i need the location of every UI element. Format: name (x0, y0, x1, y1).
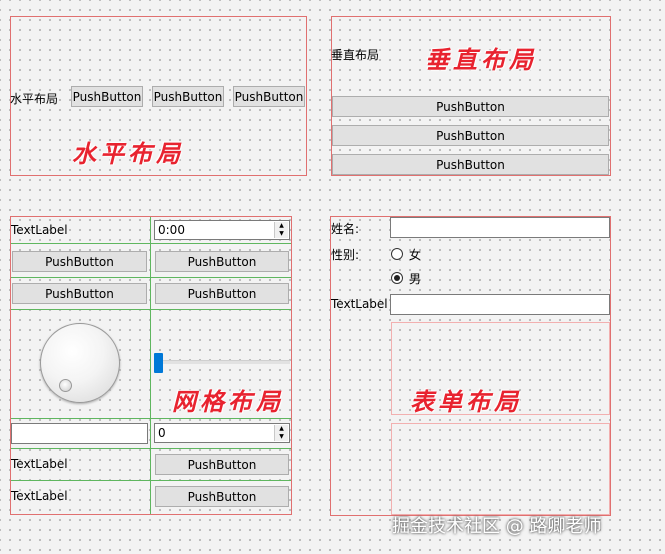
spin-down-icon[interactable]: ▼ (275, 230, 288, 238)
spinbox-value: 0 (158, 426, 166, 440)
grid-row6-button[interactable]: PushButton (155, 454, 289, 475)
dial[interactable] (40, 323, 120, 403)
grid-line-h1 (11, 243, 291, 244)
horizontal-title: 水平布局 (72, 139, 184, 168)
grid-row2-button-1[interactable]: PushButton (12, 251, 147, 272)
spinbox-buttons[interactable]: ▲ ▼ (274, 425, 288, 441)
grid-row3-button-1[interactable]: PushButton (12, 283, 147, 304)
grid-line-v (150, 217, 151, 514)
grid-line-h4 (11, 418, 291, 419)
form-widget-2 (391, 423, 610, 515)
grid-row7-label: TextLabel (11, 489, 68, 503)
male-radio[interactable] (391, 272, 403, 284)
watermark: 掘金技术社区 @ 路卿老师 (392, 516, 602, 537)
horizontal-label: 水平布局 (10, 92, 59, 106)
horizontal-button-2[interactable]: PushButton (152, 86, 224, 107)
horizontal-button-3[interactable]: PushButton (233, 86, 305, 107)
grid-row3-button-2[interactable]: PushButton (155, 283, 289, 304)
grid-line-h3 (11, 309, 291, 310)
horizontal-button-1[interactable]: PushButton (71, 86, 143, 107)
vertical-label: 垂直布局 (331, 48, 380, 62)
grid-title: 网格布局 (172, 387, 284, 416)
grid-row7-button[interactable]: PushButton (155, 486, 289, 507)
grid-spinbox[interactable]: 0 ▲ ▼ (154, 423, 290, 443)
time-edit[interactable]: 0:00 ▲ ▼ (154, 220, 290, 240)
slider-handle[interactable] (154, 353, 163, 373)
vertical-title: 垂直布局 (425, 45, 537, 74)
grid-line-h5 (11, 448, 291, 449)
vertical-button-3[interactable]: PushButton (332, 154, 609, 175)
vertical-button-1[interactable]: PushButton (332, 96, 609, 117)
slider-groove[interactable] (154, 360, 290, 364)
gender-label: 性别: (331, 248, 360, 262)
vertical-button-2[interactable]: PushButton (332, 125, 609, 146)
form-textlabel: TextLabel (331, 297, 388, 311)
grid-row6-label: TextLabel (11, 457, 68, 471)
name-label: 姓名: (331, 222, 360, 236)
spin-up-icon[interactable]: ▲ (275, 425, 288, 433)
time-value: 0:00 (158, 223, 185, 237)
dial-notch (59, 379, 72, 392)
grid-line-h6 (11, 480, 291, 481)
female-radio[interactable] (391, 248, 403, 260)
form-text-input[interactable] (390, 294, 610, 315)
form-title: 表单布局 (410, 387, 522, 416)
female-label: 女 (409, 248, 422, 262)
male-label: 男 (409, 272, 422, 286)
grid-line-h2 (11, 277, 291, 278)
time-spin-buttons[interactable]: ▲ ▼ (274, 222, 288, 238)
grid-row2-button-2[interactable]: PushButton (155, 251, 289, 272)
grid-line-edit[interactable] (11, 423, 148, 444)
spin-down-icon[interactable]: ▼ (275, 433, 288, 441)
spin-up-icon[interactable]: ▲ (275, 222, 288, 230)
grid-row1-label: TextLabel (11, 223, 68, 237)
name-input[interactable] (390, 217, 610, 238)
